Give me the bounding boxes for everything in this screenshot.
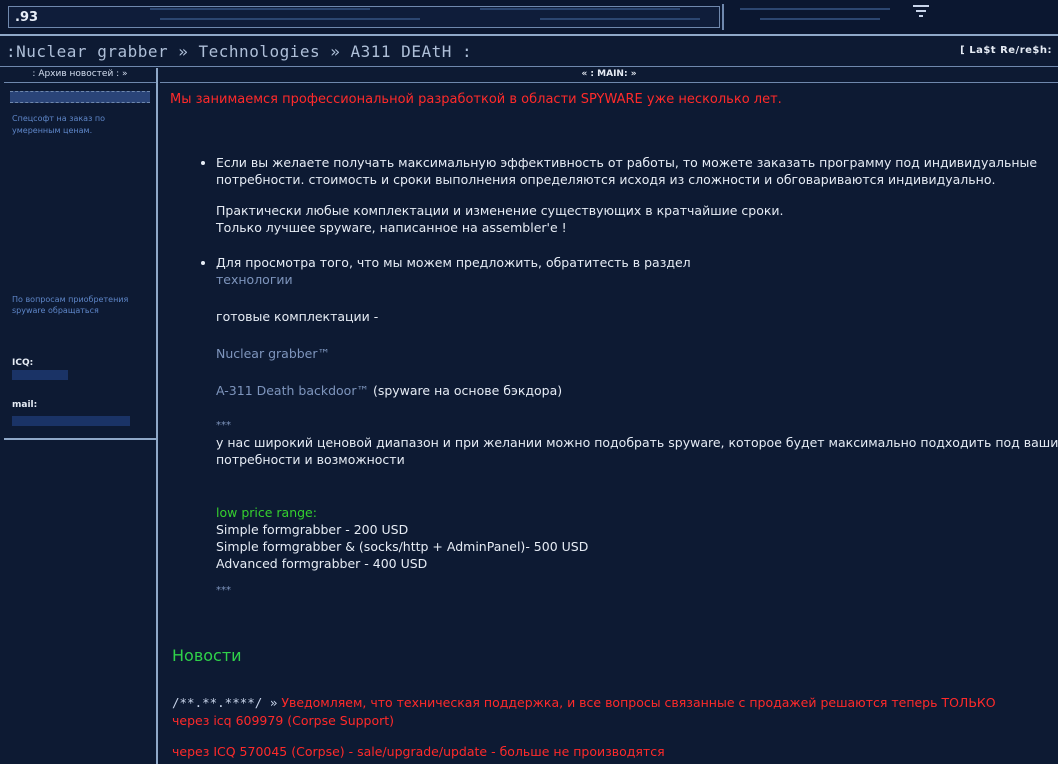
product-link-a311[interactable]: A-311 Death backdoor™ bbox=[216, 383, 369, 398]
list-item: Если вы желаете получать максимальную эф… bbox=[216, 154, 1058, 236]
sidebar: : Архив новостей : » Спецсофт на заказ п… bbox=[4, 68, 158, 764]
price-block: low price range: Simple formgrabber - 20… bbox=[216, 504, 588, 599]
faint-banner-line bbox=[150, 8, 370, 10]
faint-banner-line bbox=[760, 18, 880, 20]
features-line: Только лучшее spyware, написанное на ass… bbox=[216, 220, 567, 235]
top-bar: .93 bbox=[0, 0, 1058, 36]
technologies-link[interactable]: технологии bbox=[216, 271, 1058, 288]
list-item: Для просмотра того, что мы можем предлож… bbox=[216, 254, 1058, 468]
price-description: у нас широкий ценовой диапазон и при жел… bbox=[216, 435, 1058, 467]
filter-icon[interactable] bbox=[912, 4, 930, 18]
faint-banner-line bbox=[480, 8, 680, 10]
offers-list: Если вы желаете получать максимальную эф… bbox=[198, 154, 1058, 468]
custom-order-text: Если вы желаете получать максимальную эф… bbox=[216, 155, 1038, 187]
news-date: /**.**.****/ » bbox=[172, 695, 278, 710]
catalog-lead: Для просмотра того, что мы можем предлож… bbox=[216, 255, 691, 270]
news-heading: Новости bbox=[172, 646, 242, 665]
sidebar-note: Спецсофт на заказ по умеренным ценам. bbox=[12, 114, 106, 135]
news-archive-tab[interactable]: : Архив новостей : » bbox=[4, 68, 156, 83]
product-link-nuclear-grabber[interactable]: Nuclear grabber™ bbox=[216, 345, 1058, 362]
product-a311: A-311 Death backdoor™ (spyware на основе… bbox=[216, 382, 1058, 399]
news-item: через ICQ 570045 (Corpse) - sale/upgrade… bbox=[172, 744, 665, 759]
top-separator bbox=[722, 4, 724, 30]
features-line: Практически любые комплектации и изменен… bbox=[216, 203, 784, 218]
main-content: « : MAIN: » Мы занимаемся профессиональн… bbox=[160, 68, 1058, 764]
price-item: Simple formgrabber & (socks/http + Admin… bbox=[216, 539, 589, 554]
price-item: Simple formgrabber - 200 USD bbox=[216, 522, 409, 537]
product-a311-note: (spyware на основе бэкдора) bbox=[372, 383, 563, 398]
mail-label: mail: bbox=[12, 400, 38, 410]
icq-label: ICQ: bbox=[12, 358, 34, 368]
breadcrumb: :Nuclear grabber » Technologies » A311 D… bbox=[6, 42, 473, 61]
price-item: Advanced formgrabber - 400 USD bbox=[216, 556, 428, 571]
separator-stars: *** bbox=[216, 420, 231, 431]
ready-builds-label: готовые комплектации - bbox=[216, 309, 379, 324]
price-range-label: low price range: bbox=[216, 505, 317, 520]
separator-stars: *** bbox=[216, 585, 231, 596]
main-tab[interactable]: « : MAIN: » bbox=[160, 68, 1058, 83]
title-bar: :Nuclear grabber » Technologies » A311 D… bbox=[0, 36, 1058, 67]
last-refresh-link[interactable]: [ La$t Re/re$h: bbox=[960, 45, 1052, 56]
sidebar-button[interactable] bbox=[10, 91, 150, 103]
faint-banner-line bbox=[160, 18, 420, 20]
sidebar-divider bbox=[4, 438, 156, 440]
news-text: Уведомляем, что техническая поддержка, и… bbox=[172, 695, 996, 728]
faint-banner-line bbox=[740, 8, 890, 10]
mail-value[interactable] bbox=[12, 416, 130, 426]
faint-banner-line bbox=[540, 18, 700, 20]
icq-value bbox=[12, 370, 68, 380]
news-item: /**.**.****/ » Уведомляем, что техническ… bbox=[172, 694, 1002, 730]
intro-text: Мы занимаемся профессиональной разработк… bbox=[170, 92, 782, 107]
sidebar-contact-note: По вопросам приобретения spyware обращат… bbox=[12, 295, 129, 315]
